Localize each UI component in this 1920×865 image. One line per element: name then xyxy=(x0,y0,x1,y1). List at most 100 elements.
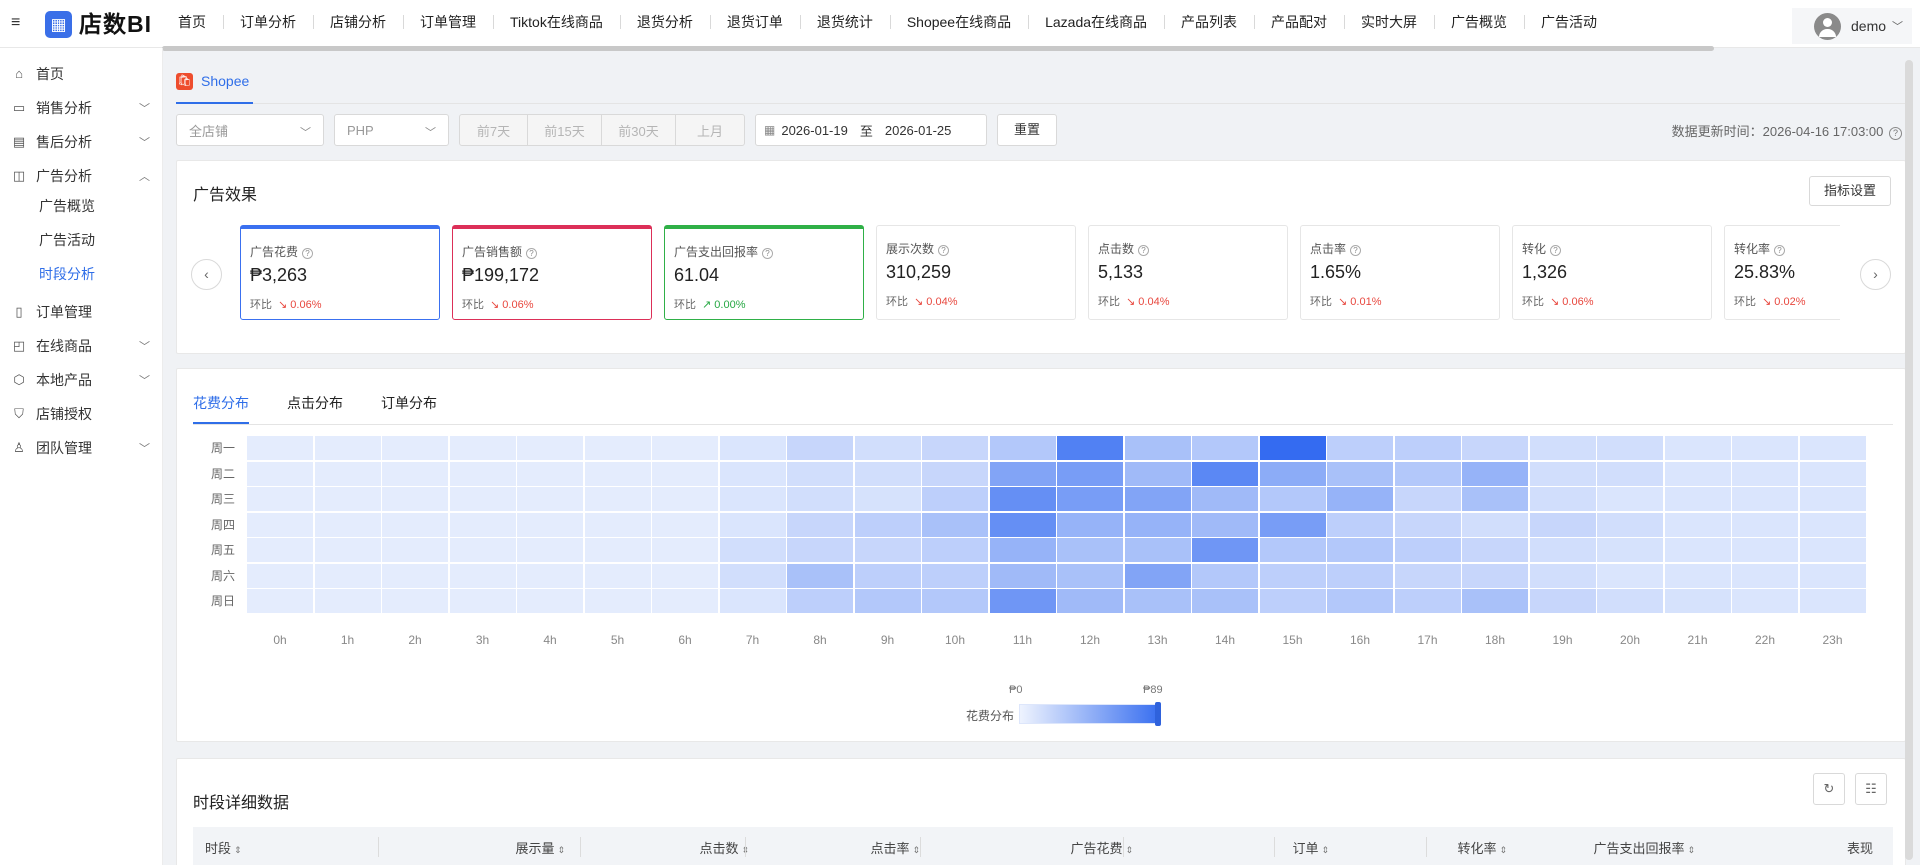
kpi-card[interactable]: 转化率? 25.83% 环比 ↘ 0.02% xyxy=(1724,225,1840,320)
heatmap-cell[interactable] xyxy=(517,538,583,562)
heatmap-cell[interactable] xyxy=(517,589,583,613)
heatmap-cell[interactable] xyxy=(719,461,786,486)
sidebar-subitem[interactable]: 广告活动 xyxy=(39,230,95,250)
heatmap-cell[interactable] xyxy=(989,487,1056,511)
metric-settings-button[interactable]: 指标设置 xyxy=(1809,176,1891,206)
heatmap-cell[interactable] xyxy=(1057,436,1123,460)
heatmap-cell[interactable] xyxy=(584,563,651,588)
heatmap-cell[interactable] xyxy=(1597,538,1663,562)
heatmap-cell[interactable] xyxy=(247,512,313,537)
tab-distribution[interactable]: 订单分布 xyxy=(381,393,437,424)
heatmap-cell[interactable] xyxy=(652,512,718,537)
heatmap-cell[interactable] xyxy=(382,589,448,613)
heatmap-cell[interactable] xyxy=(1664,436,1731,460)
refresh-icon[interactable]: ↻ xyxy=(1813,773,1845,805)
chevron-up-icon[interactable]: ︿ xyxy=(139,168,150,184)
sidebar-subitem[interactable]: 广告概览 xyxy=(39,196,95,216)
heatmap-cell[interactable] xyxy=(854,461,921,486)
heatmap-cell[interactable] xyxy=(1799,461,1866,486)
heatmap-cell[interactable] xyxy=(1124,512,1191,537)
heatmap-cell[interactable] xyxy=(719,512,786,537)
heatmap-cell[interactable] xyxy=(382,461,448,486)
heatmap-cell[interactable] xyxy=(854,436,921,460)
heatmap-cell[interactable] xyxy=(1597,512,1663,537)
heatmap-cell[interactable] xyxy=(787,512,853,537)
tab-label[interactable]: Shopee xyxy=(201,73,249,89)
topnav-item[interactable]: 广告活动 xyxy=(1525,12,1615,32)
heatmap-cell[interactable] xyxy=(1124,487,1191,511)
topnav-item[interactable]: 店铺分析 xyxy=(314,12,404,32)
heatmap-cell[interactable] xyxy=(1799,538,1866,562)
heatmap-cell[interactable] xyxy=(1057,512,1123,537)
heatmap-cell[interactable] xyxy=(1462,512,1528,537)
heatmap-cell[interactable] xyxy=(517,563,583,588)
heatmap-cell[interactable] xyxy=(1124,538,1191,562)
heatmap-cell[interactable] xyxy=(854,512,921,537)
heatmap-cell[interactable] xyxy=(584,538,651,562)
heatmap-cell[interactable] xyxy=(1529,563,1596,588)
heatmap-cell[interactable] xyxy=(314,538,381,562)
heatmap-cell[interactable] xyxy=(1192,589,1258,613)
heatmap-cell[interactable] xyxy=(1529,538,1596,562)
topnav-item[interactable]: 产品列表 xyxy=(1165,12,1256,32)
heatmap-cell[interactable] xyxy=(1259,538,1326,562)
heatmap-cell[interactable] xyxy=(652,563,718,588)
quick-range-button[interactable]: 前7天 xyxy=(460,115,528,145)
heatmap-cell[interactable] xyxy=(1394,512,1461,537)
heatmap-cell[interactable] xyxy=(382,538,448,562)
heatmap-cell[interactable] xyxy=(449,436,516,460)
heatmap-cell[interactable] xyxy=(922,538,988,562)
heatmap-cell[interactable] xyxy=(854,589,921,613)
quick-range-button[interactable]: 上月 xyxy=(676,115,744,145)
heatmap-cell[interactable] xyxy=(1799,487,1866,511)
heatmap-cell[interactable] xyxy=(382,512,448,537)
heatmap-cell[interactable] xyxy=(517,512,583,537)
heatmap-cell[interactable] xyxy=(652,487,718,511)
heatmap-cell[interactable] xyxy=(247,538,313,562)
heatmap-cell[interactable] xyxy=(854,563,921,588)
sort-icon[interactable]: ⇕ xyxy=(912,845,920,855)
heatmap-cell[interactable] xyxy=(1529,436,1596,460)
topnav-item[interactable]: 订单管理 xyxy=(404,12,494,32)
heatmap-cell[interactable] xyxy=(584,512,651,537)
heatmap-cell[interactable] xyxy=(584,461,651,486)
heatmap-cell[interactable] xyxy=(1799,512,1866,537)
heatmap-cell[interactable] xyxy=(382,487,448,511)
heatmap-cell[interactable] xyxy=(1664,461,1731,486)
heatmap-cell[interactable] xyxy=(1462,487,1528,511)
heatmap-cell[interactable] xyxy=(1732,563,1798,588)
heatmap-cell[interactable] xyxy=(1664,563,1731,588)
heatmap-cell[interactable] xyxy=(787,563,853,588)
heatmap-cell[interactable] xyxy=(1732,512,1798,537)
heatmap-cell[interactable] xyxy=(247,436,313,460)
help-icon[interactable]: ? xyxy=(762,248,774,259)
topnav-item[interactable]: 退货订单 xyxy=(711,12,801,32)
heatmap-cell[interactable] xyxy=(314,512,381,537)
sort-icon[interactable]: ⇕ xyxy=(1125,845,1133,855)
heatmap-cell[interactable] xyxy=(1664,538,1731,562)
table-column-header[interactable]: 点击数 ⇕ xyxy=(699,838,749,857)
heatmap-cell[interactable] xyxy=(922,563,988,588)
heatmap-cell[interactable] xyxy=(584,589,651,613)
quick-range-button[interactable]: 前30天 xyxy=(602,115,676,145)
heatmap-cell[interactable] xyxy=(1327,487,1393,511)
heatmap-cell[interactable] xyxy=(922,512,988,537)
heatmap-cell[interactable] xyxy=(854,487,921,511)
help-icon[interactable]: ? xyxy=(1138,245,1150,256)
quick-range-button[interactable]: 前15天 xyxy=(528,115,602,145)
heatmap-cell[interactable] xyxy=(1192,461,1258,486)
heatmap-cell[interactable] xyxy=(1799,589,1866,613)
heatmap-cell[interactable] xyxy=(922,487,988,511)
heatmap-cell[interactable] xyxy=(719,563,786,588)
heatmap-cell[interactable] xyxy=(989,512,1056,537)
topnav-item[interactable]: 产品配对 xyxy=(1255,12,1346,32)
heatmap-cell[interactable] xyxy=(247,589,313,613)
table-column-header[interactable]: 广告支出回报率 ⇕ xyxy=(1593,838,1695,857)
heatmap-cell[interactable] xyxy=(787,436,853,460)
sidebar-subitem[interactable]: 时段分析 xyxy=(39,264,95,284)
heatmap-cell[interactable] xyxy=(247,487,313,511)
end-date[interactable]: 2026-01-25 xyxy=(885,123,952,138)
heatmap-cell[interactable] xyxy=(449,538,516,562)
heatmap-cell[interactable] xyxy=(1732,461,1798,486)
topnav-item[interactable]: 首页 xyxy=(162,12,224,32)
